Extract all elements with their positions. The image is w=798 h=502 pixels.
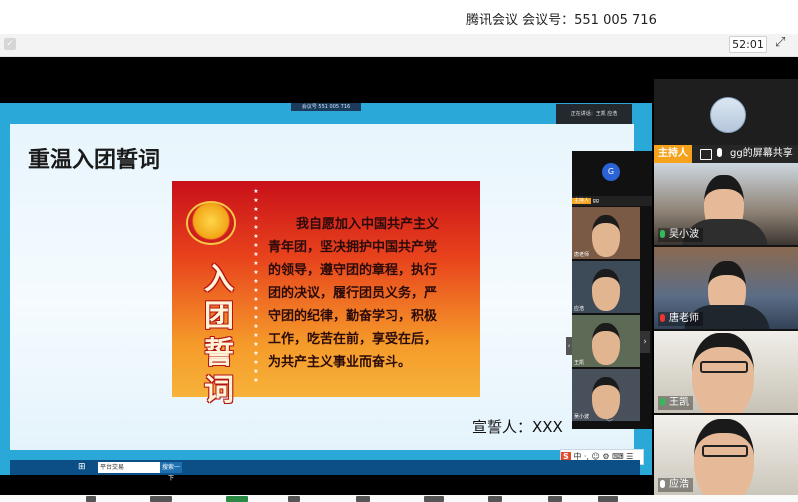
windows-start-icon: ⊞ [78,462,86,472]
inner-tile-name: 应浩 [574,306,585,312]
meeting-timer: 52:01 [729,36,767,53]
title-bar: 腾讯会议 会议号：551 005 716 [0,0,798,34]
inner-video-tile: 吴小波 [572,369,640,421]
oath-text: 我自愿加入中国共产主义 青年团，坚决拥护中国共产党 的领导，遵守团的章程，执行 … [268,213,473,374]
oath-line: 为共产主义事业而奋斗。 [268,355,412,370]
star-divider-icon: ★★★★★★★★★★★★★★★★★★★★★★ [253,188,259,384]
video-button-icon[interactable] [150,496,172,502]
bottom-control-bar [0,495,798,502]
oath-poster: 入 团 誓 词 ★★★★★★★★★★★★★★★★★★★★★★ 我自愿加入中国共产… [172,181,480,408]
participant-name: 唐老师 [669,313,699,324]
inner-next-arrow-icon: › [640,331,650,353]
participant-face [592,269,620,311]
inner-host-bar: 主持人 gg [572,196,652,206]
poster-char: 词 [204,373,234,408]
poster-char: 入 [204,262,234,297]
participant-name: 吴小波 [669,229,699,240]
inner-tile-name: 王凯 [574,360,585,366]
host-name: gg的屏幕共享 [730,148,793,159]
glasses-icon [702,445,748,457]
participant-face [592,215,620,257]
oath-line: 守团的纪律，勤奋学习，积极 [268,309,438,324]
inner-host-tag: 主持人 [572,198,592,204]
participant-face [692,333,754,413]
inner-chevron-down-icon: ﹀ [606,419,613,427]
slide-title: 重温入团誓词 [28,148,161,173]
microphone-icon [660,398,665,406]
inner-tile-name: 唐老师 [574,252,590,258]
participant-name: 王凯 [669,397,689,408]
share-meeting-banner: 会议号 551 005 716 [291,103,361,111]
presentation-slide: 重温入团誓词 入 团 誓 词 ★★★★★★★★★★★★★★★★★★★★★★ 我自… [10,124,634,450]
meeting-title: 腾讯会议 会议号：551 005 716 [466,13,657,28]
fullscreen-icon[interactable]: ⤢ [775,35,785,50]
video-tile[interactable]: 吴小波 [654,163,798,245]
shared-search-box: 平台交易 [98,462,160,473]
poster-vertical-title: 入 团 誓 词 [200,261,238,409]
mute-button-icon[interactable] [86,496,96,502]
shared-search-button: 搜索一下 [160,462,182,482]
participant-name: 应浩 [669,479,689,490]
security-shield-icon[interactable]: ✓ [4,38,16,50]
user-avatar [710,97,746,133]
participant-face [592,377,620,419]
shared-taskbar: ⊞ 平台交易 搜索一下 [10,460,640,482]
inner-video-tile: 应浩 [572,261,640,313]
participant-face [592,323,620,365]
poster-char: 誓 [204,336,234,371]
video-tile[interactable]: 唐老师 [654,247,798,329]
host-bar: 主持人 gg的屏幕共享 [654,145,798,163]
chat-button-icon[interactable] [356,496,370,502]
participant-name-label: 应浩 [658,478,693,492]
participant-face [694,419,754,495]
participant-name-label: 王凯 [658,396,693,410]
oath-line: 青年团，坚决拥护中国共产党 [268,240,438,255]
video-tile[interactable]: 王凯 [654,331,798,413]
inner-video-tile: 唐老师 [572,207,640,259]
meeting-toolbar: ✓ 52:01 ⤢ [0,34,798,57]
microphone-icon [717,148,722,157]
apps-button-icon[interactable] [488,496,502,502]
settings-button-icon[interactable] [548,496,562,502]
microphone-icon [660,480,665,488]
meeting-stage: 会议号 551 005 716 正在讲话：王凯 应浩 重温入团誓词 入 团 誓 … [0,57,798,495]
poster-char: 团 [204,299,234,334]
oath-line: 的领导，遵守团的章程，执行 [268,263,438,278]
screen-share-icon [700,149,712,160]
glasses-icon [700,361,748,373]
microphone-icon [660,230,665,238]
participant-name-label: 唐老师 [658,312,703,326]
oath-line: 团的决议，履行团员义务，严 [268,286,438,301]
oath-line: 工作，吃苦在前，享受在后， [268,332,438,347]
microphone-muted-icon [660,314,665,322]
video-tile[interactable]: 应浩 [654,415,798,495]
oath-line: 我自愿加入中国共产主义 [296,217,440,232]
inner-avatar: G [602,163,620,181]
layout-button-icon[interactable] [598,496,618,502]
participant-name-label: 吴小波 [658,228,703,242]
inner-participant-panel: G 主持人 gg 唐老师 应浩 王凯 吴小波 › ﹀ [572,151,652,429]
inner-tile-name: 吴小波 [574,414,590,420]
participant-panel: 主持人 gg的屏幕共享 吴小波 唐老师 王凯 应浩 [654,79,798,495]
record-button-icon[interactable] [424,496,444,502]
inner-video-tile: 王凯 [572,315,640,367]
swearer-label: 宣誓人：XXX [472,418,563,436]
shared-screen: 会议号 551 005 716 正在讲话：王凯 应浩 重温入团誓词 入 团 誓 … [0,103,652,482]
participants-button-icon[interactable] [288,496,300,502]
self-video-tile[interactable] [654,79,798,145]
host-tag: 主持人 [654,145,692,163]
share-speaking-status: 正在讲话：王凯 应浩 [556,104,632,124]
share-screen-button-icon[interactable] [226,496,248,502]
youth-league-emblem-icon [186,201,236,245]
inner-host-name: gg [592,198,599,204]
